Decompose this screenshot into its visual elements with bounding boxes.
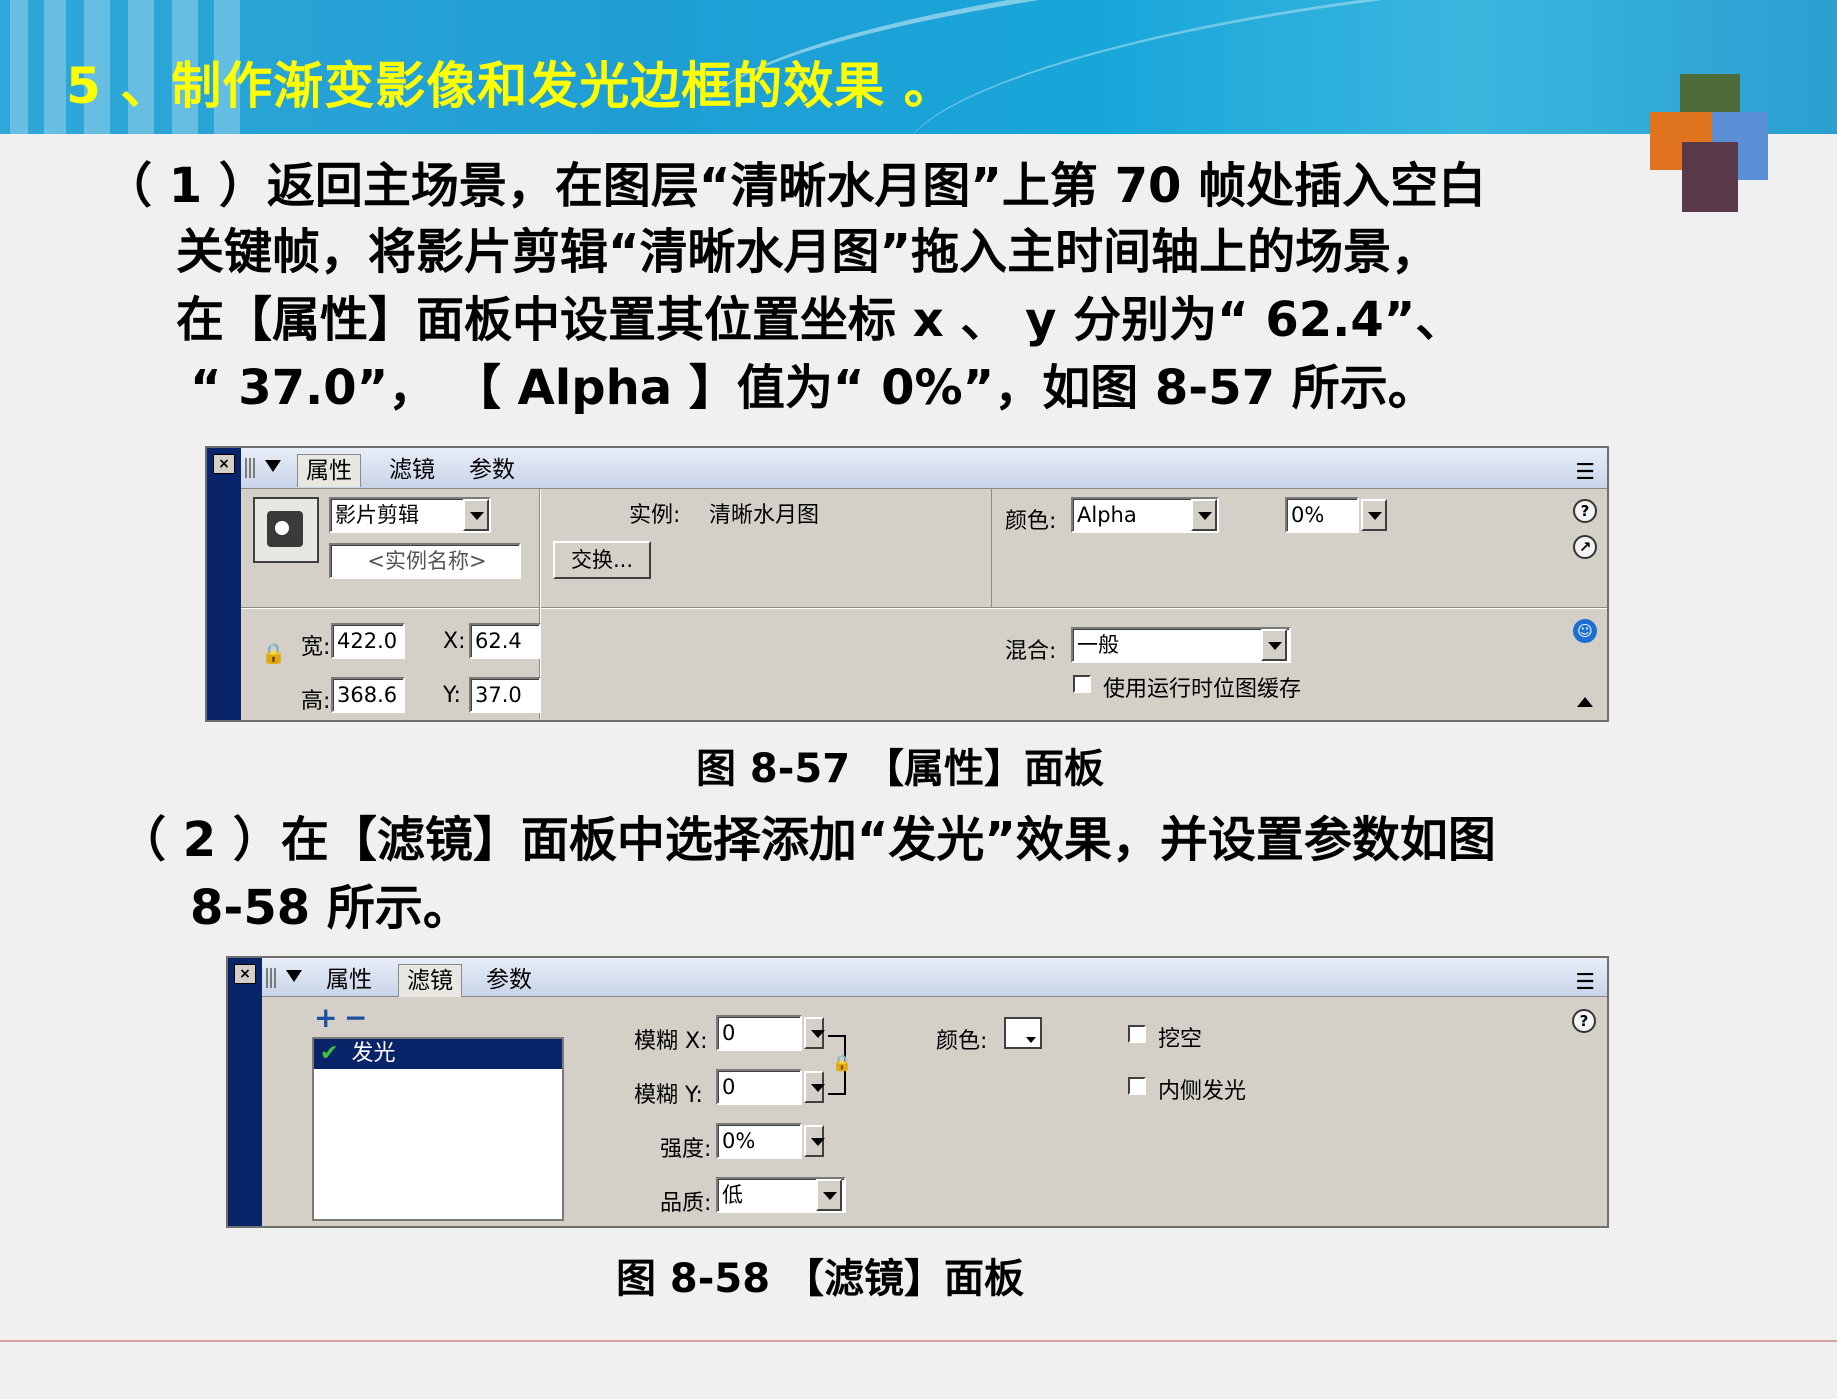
divider [991,489,992,607]
blur-y-label: 模糊 Y: [634,1083,703,1108]
quality-label: 品质: [660,1191,712,1216]
width-label: 宽: [301,635,331,660]
step1-line1: （ 1 ）返回主场景，在图层“清晰水月图”上第 70 帧处插入空白 [104,158,1487,214]
properties-panel: × 属性 滤镜 参数 ☰ 影片剪辑 <实例名称> 实例: 清晰水月图 交换...… [205,446,1609,722]
bitmap-cache-checkbox[interactable] [1073,675,1091,693]
glow-color-label: 颜色: [936,1029,988,1054]
step1-line3: 在【属性】面板中设置其位置坐标 x 、 y 分别为“ 62.4”、 [176,292,1464,348]
check-icon: ✔ [320,1041,339,1066]
color-swatch[interactable] [1004,1017,1042,1049]
height-label: 高: [301,689,331,714]
width-input[interactable]: 422.0 [331,623,405,659]
remove-filter-icon[interactable]: − [344,1001,367,1034]
step1-line4: “ 37.0”， 【 Alpha 】值为“ 0%”，如图 8-57 所示。 [190,360,1436,416]
chevron-down-icon[interactable] [1191,499,1217,531]
panel-body: 影片剪辑 <实例名称> 实例: 清晰水月图 交换... 颜色: Alpha 0%… [241,489,1607,720]
drag-grip-icon[interactable] [266,968,276,988]
tab-properties[interactable]: 属性 [318,964,380,996]
help-icon[interactable]: ? [1572,1009,1596,1033]
height-input[interactable]: 368.6 [331,677,405,713]
chevron-down-icon[interactable] [804,1017,825,1049]
footer-divider [0,1340,1837,1342]
lock-icon[interactable]: 🔒 [261,641,286,665]
strength-input[interactable]: 0% [716,1123,802,1159]
tab-properties[interactable]: 属性 [297,454,361,487]
blur-y-input[interactable]: 0 [716,1069,802,1105]
instance-value: 清晰水月图 [709,503,820,528]
blend-label: 混合: [1005,639,1057,664]
alpha-value-input[interactable]: 0% [1285,497,1359,533]
lock-icon[interactable]: 🔒 [832,1053,852,1072]
chevron-down-icon[interactable] [463,499,489,531]
blur-x-label: 模糊 X: [634,1029,708,1054]
movieclip-symbol-icon [253,497,319,563]
divider [241,608,1607,609]
y-label: Y: [443,683,461,708]
panel-side-bar: × [207,448,241,720]
blend-select[interactable]: 一般 [1071,627,1291,663]
knockout-label: 挖空 [1158,1027,1203,1052]
drag-grip-icon[interactable] [245,458,255,478]
collapse-up-icon[interactable] [1577,697,1593,707]
banner-stripe [10,0,28,134]
panel-body: + − ✔ 发光 模糊 X: 0 模糊 Y: 0 🔒 强度: 0% 品质: 低 … [262,997,1607,1226]
panel-menu-icon[interactable]: ☰ [1575,460,1595,485]
chevron-down-icon[interactable] [1361,499,1387,531]
knockout-checkbox[interactable] [1128,1025,1146,1043]
slide-title: 5 、制作渐变影像和发光边框的效果 。 [66,57,955,115]
inner-glow-label: 内侧发光 [1158,1079,1247,1104]
color-label: 颜色: [1005,509,1057,534]
tab-parameters[interactable]: 参数 [461,454,523,486]
step2-line1: （ 2 ）在【滤镜】面板中选择添加“发光”效果，并设置参数如图 [118,812,1496,868]
tab-filters[interactable]: 滤镜 [398,964,462,997]
chevron-down-icon[interactable] [816,1179,842,1211]
chevron-down-icon[interactable] [804,1071,825,1103]
edit-actions-icon[interactable]: ↗ [1573,535,1597,559]
banner-stripe [44,0,66,134]
panel-tab-bar: 属性 滤镜 参数 ☰ [241,448,1607,489]
chevron-down-icon[interactable] [804,1125,825,1157]
list-item[interactable]: ✔ 发光 [314,1039,562,1069]
collapse-arrow-icon[interactable] [286,970,302,982]
x-input[interactable]: 62.4 [469,623,541,659]
figure-caption-8-58: 图 8-58 【滤镜】面板 [616,1256,1024,1302]
decor-square [1682,142,1738,212]
blur-x-input[interactable]: 0 [716,1015,802,1051]
y-input[interactable]: 37.0 [469,677,541,713]
decor-square [1680,74,1740,116]
inner-glow-checkbox[interactable] [1128,1077,1146,1095]
filter-item-label: 发光 [351,1041,396,1066]
step2-line2: 8-58 所示。 [190,880,471,936]
close-icon[interactable]: × [213,454,235,474]
instance-name-input[interactable]: <实例名称> [329,543,521,579]
panel-side-bar: × [228,958,262,1226]
filter-list[interactable]: ✔ 发光 [312,1037,564,1221]
instance-label: 实例: [629,503,681,528]
tab-parameters[interactable]: 参数 [478,964,540,996]
collapse-arrow-icon[interactable] [265,460,281,472]
help-icon[interactable]: ? [1573,499,1597,523]
bitmap-cache-label: 使用运行时位图缓存 [1103,677,1302,702]
close-icon[interactable]: × [234,964,256,984]
swap-button[interactable]: 交换... [553,541,651,579]
panel-tab-bar: 属性 滤镜 参数 ☰ [262,958,1607,997]
step1-line2: 关键帧，将影片剪辑“清晰水月图”拖入主时间轴上的场景， [176,224,1440,280]
filters-panel: × 属性 滤镜 参数 ☰ + − ✔ 发光 模糊 X: 0 模糊 Y: 0 🔒 … [226,956,1609,1228]
chevron-down-icon[interactable] [1261,629,1287,661]
strength-label: 强度: [660,1137,712,1162]
add-filter-icon[interactable]: + [314,1001,337,1034]
x-label: X: [443,629,466,654]
header-banner: 5 、制作渐变影像和发光边框的效果 。 [0,0,1837,134]
accessibility-icon[interactable]: ☺ [1573,619,1597,643]
panel-menu-icon[interactable]: ☰ [1575,970,1595,995]
figure-caption-8-57: 图 8-57 【属性】面板 [696,746,1104,792]
tab-filters[interactable]: 滤镜 [381,454,443,486]
